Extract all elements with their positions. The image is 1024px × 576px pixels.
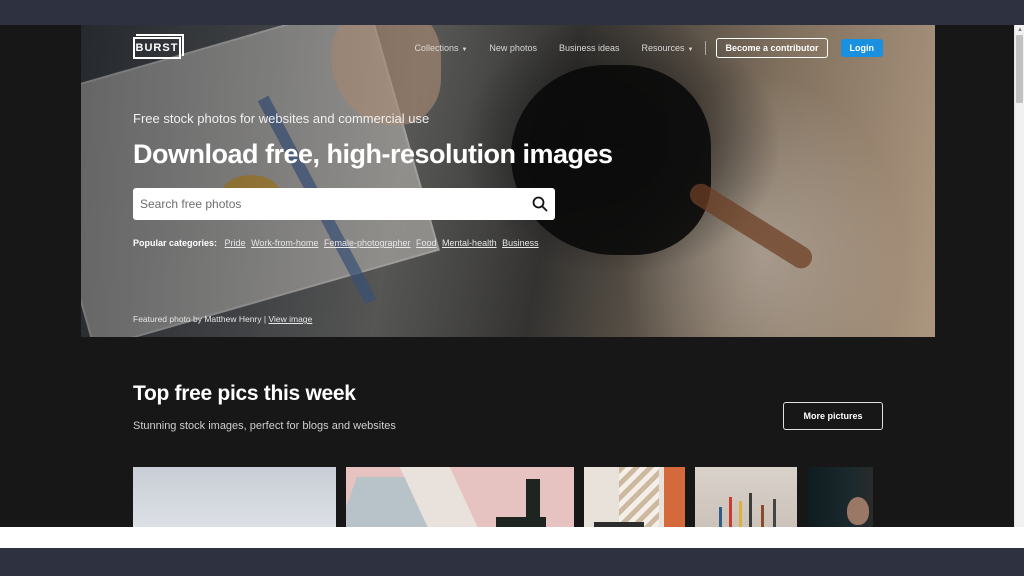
scrollbar-thumb[interactable] <box>1016 35 1023 103</box>
category-link-female-photographer[interactable]: Female-photographer <box>324 238 411 248</box>
popular-categories: Popular categories: Pride Work-from-home… <box>133 238 539 248</box>
category-link-mental-health[interactable]: Mental-health <box>442 238 497 248</box>
main-nav: Collections ▼ New photos Business ideas R… <box>392 38 883 58</box>
nav-collections-label: Collections <box>414 43 459 53</box>
photo-thumbnail[interactable] <box>133 467 336 527</box>
hero-overlay <box>81 25 935 337</box>
thumbnail-shape <box>729 497 732 527</box>
bottom-chrome-band <box>0 548 1024 576</box>
caret-down-icon: ▼ <box>461 47 468 53</box>
top-chrome-band <box>0 0 1024 25</box>
category-link-pride[interactable]: Pride <box>225 238 246 248</box>
browser-viewport: BURST Collections ▼ New photos Business i… <box>0 25 1024 527</box>
category-link-work-from-home[interactable]: Work-from-home <box>251 238 318 248</box>
photo-thumbnail[interactable] <box>584 467 685 527</box>
search-input[interactable] <box>133 188 523 220</box>
hero-kicker: Free stock photos for websites and comme… <box>133 111 430 126</box>
page-scrollbar[interactable]: ▲ <box>1014 25 1024 527</box>
thumbnail-shape <box>773 499 776 527</box>
thumbnail-shape <box>761 505 764 527</box>
thumbnail-shape <box>496 517 546 527</box>
thumbnail-shape <box>664 467 685 527</box>
photo-thumbnail[interactable] <box>807 467 873 527</box>
thumbnail-shape <box>749 493 752 527</box>
view-image-link[interactable]: View image <box>268 314 312 324</box>
bottom-white-strip <box>0 527 1024 548</box>
popular-categories-label: Popular categories: <box>133 238 218 248</box>
nav-business-ideas[interactable]: Business ideas <box>559 43 620 53</box>
category-link-business[interactable]: Business <box>502 238 539 248</box>
scroll-up-arrow-icon[interactable]: ▲ <box>1016 26 1024 34</box>
photo-thumbnail[interactable] <box>695 467 797 527</box>
section-title: Top free pics this week <box>133 382 356 405</box>
nav-collections[interactable]: Collections ▼ <box>414 43 467 53</box>
more-pictures-button[interactable]: More pictures <box>783 402 883 430</box>
caret-down-icon: ▼ <box>687 47 694 53</box>
section-subtitle: Stunning stock images, perfect for blogs… <box>133 420 396 432</box>
category-link-food[interactable]: Food <box>416 238 437 248</box>
become-contributor-button[interactable]: Become a contributor <box>716 38 828 58</box>
burst-logo[interactable]: BURST <box>133 34 184 59</box>
hero-banner: BURST Collections ▼ New photos Business i… <box>81 25 935 337</box>
search-box <box>133 188 555 220</box>
nav-resources[interactable]: Resources ▼ <box>642 43 694 53</box>
thumbnail-shape <box>619 467 659 527</box>
nav-new-photos[interactable]: New photos <box>489 43 537 53</box>
photo-credit: Featured photo by Matthew Henry | View i… <box>133 314 312 324</box>
photo-credit-text: Featured photo by Matthew Henry | <box>133 314 267 324</box>
nav-resources-label: Resources <box>641 43 685 53</box>
nav-divider <box>705 41 707 55</box>
thumbnail-shape <box>719 507 722 527</box>
thumbnail-shape <box>739 501 742 527</box>
login-button[interactable]: Login <box>840 39 883 57</box>
thumbnail-shape <box>847 497 869 525</box>
photo-thumbnail[interactable] <box>346 467 574 527</box>
hero-title: Download free, high-resolution images <box>133 139 613 169</box>
search-icon[interactable] <box>531 195 549 213</box>
